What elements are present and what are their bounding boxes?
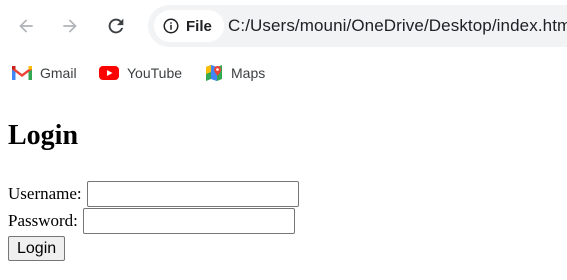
bookmarks-bar: Gmail YouTube Maps bbox=[0, 52, 567, 92]
reload-icon bbox=[108, 18, 124, 34]
page-content: Login Username: Password: Login bbox=[0, 92, 567, 280]
site-info-chip[interactable]: File bbox=[154, 10, 224, 42]
youtube-icon bbox=[99, 66, 119, 80]
username-row: Username: bbox=[8, 181, 299, 207]
gmail-icon bbox=[12, 66, 32, 80]
reload-button[interactable] bbox=[98, 8, 134, 44]
browser-toolbar: File C:/Users/mouni/OneDrive/Desktop/ind… bbox=[0, 0, 567, 52]
back-button[interactable] bbox=[8, 8, 44, 44]
forward-button[interactable] bbox=[52, 8, 88, 44]
password-label: Password: bbox=[8, 211, 78, 230]
password-input[interactable] bbox=[82, 208, 295, 234]
password-row: Password: bbox=[8, 208, 295, 234]
bookmark-gmail[interactable]: Gmail bbox=[12, 62, 77, 84]
bookmark-maps[interactable]: Maps bbox=[205, 62, 265, 84]
bookmark-youtube[interactable]: YouTube bbox=[99, 62, 182, 84]
bookmark-label: Gmail bbox=[40, 65, 77, 81]
page-title: Login bbox=[8, 120, 79, 151]
login-button[interactable]: Login bbox=[8, 236, 66, 261]
url-text[interactable]: C:/Users/mouni/OneDrive/Desktop/index.ht… bbox=[228, 16, 567, 36]
back-arrow-icon bbox=[19, 19, 33, 33]
bookmark-label: YouTube bbox=[127, 65, 183, 81]
info-icon bbox=[163, 18, 179, 34]
maps-icon bbox=[206, 65, 222, 81]
forward-arrow-icon bbox=[63, 19, 77, 33]
username-input[interactable] bbox=[86, 181, 299, 207]
site-chip-label: File bbox=[186, 17, 212, 35]
username-label: Username: bbox=[8, 184, 82, 203]
address-bar[interactable]: File C:/Users/mouni/OneDrive/Desktop/ind… bbox=[148, 5, 567, 47]
bookmark-label: Maps bbox=[231, 65, 266, 81]
